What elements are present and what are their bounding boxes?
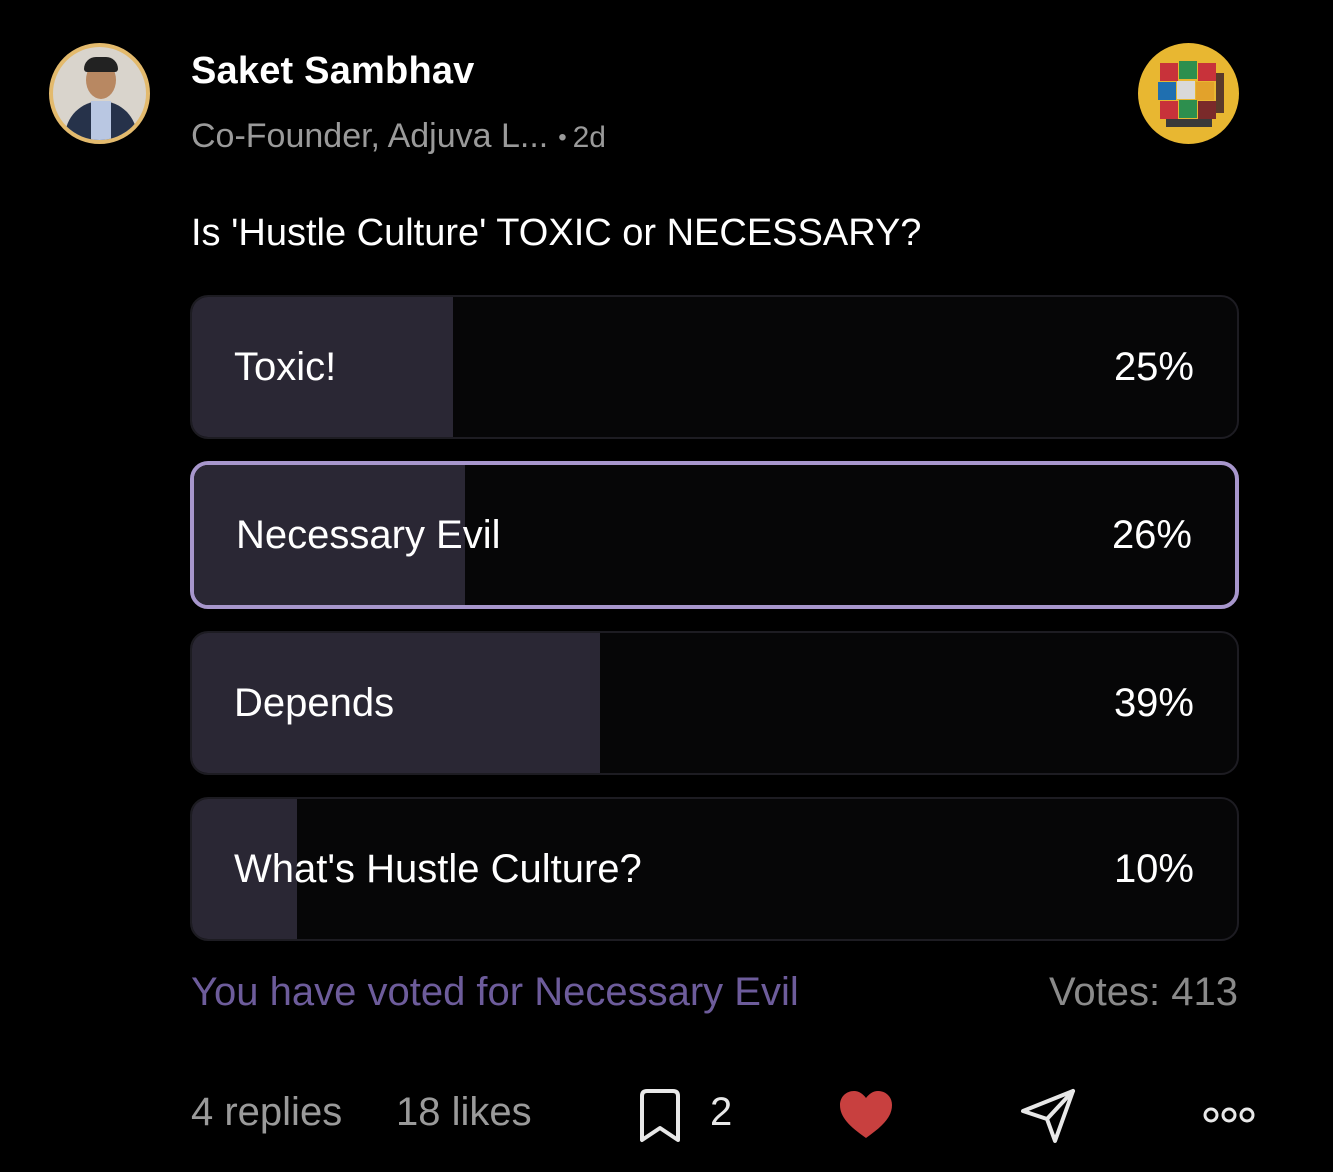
- community-avatar[interactable]: [1138, 43, 1239, 144]
- vote-count: Votes: 413: [1048, 970, 1238, 1014]
- replies-link[interactable]: 4 replies: [191, 1090, 342, 1135]
- poll-option-necessary-evil[interactable]: Necessary Evil 26%: [190, 461, 1239, 609]
- author-subtitle: Co-Founder, Adjuva L...: [191, 117, 549, 155]
- poll-option-label: Depends: [234, 680, 395, 725]
- likes-link[interactable]: 18 likes: [396, 1090, 532, 1135]
- meta-separator: •: [558, 124, 567, 152]
- poll-option-percent: 26%: [1111, 512, 1192, 557]
- poll-option-toxic[interactable]: Toxic! 25%: [190, 295, 1239, 439]
- author-meta: Co-Founder, Adjuva L... • 2d: [191, 117, 606, 156]
- avatar-shirt-shape: [91, 101, 111, 140]
- poll-option-percent: 25%: [1113, 344, 1194, 389]
- author-avatar[interactable]: [49, 43, 150, 144]
- author-name[interactable]: Saket Sambhav: [191, 50, 475, 93]
- comment-icon: [640, 1089, 680, 1142]
- poll-option-label: What's Hustle Culture?: [234, 846, 642, 891]
- poll-option-depends[interactable]: Depends 39%: [190, 631, 1239, 775]
- poll-option-label: Necessary Evil: [236, 512, 501, 557]
- send-icon: [1021, 1089, 1075, 1143]
- like-button[interactable]: [839, 1090, 893, 1145]
- poll-option-label: Toxic!: [234, 344, 337, 389]
- avatar-hair-shape: [84, 57, 118, 72]
- rubiks-cube-icon: [1158, 61, 1224, 127]
- share-button[interactable]: [1019, 1087, 1077, 1150]
- more-icon: [1203, 1107, 1255, 1123]
- poll-option-percent: 39%: [1113, 680, 1194, 725]
- poll-question: Is 'Hustle Culture' TOXIC or NECESSARY?: [191, 212, 922, 254]
- poll-option-whats-hustle-culture[interactable]: What's Hustle Culture? 10%: [190, 797, 1239, 941]
- comment-count: 2: [710, 1090, 733, 1134]
- poll-option-percent: 10%: [1113, 846, 1194, 891]
- voted-status: You have voted for Necessary Evil: [191, 970, 799, 1014]
- heart-icon: [840, 1091, 892, 1138]
- post-age: 2d: [572, 121, 606, 154]
- comment-button[interactable]: [636, 1088, 684, 1149]
- more-button[interactable]: [1203, 1105, 1255, 1130]
